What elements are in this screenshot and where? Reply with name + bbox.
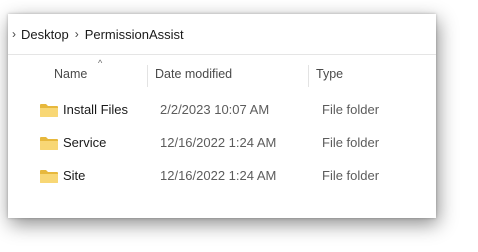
- file-row-site[interactable]: Site 12/16/2022 1:24 AM File folder: [8, 159, 436, 192]
- column-header-type[interactable]: Type: [316, 55, 343, 93]
- file-type: File folder: [322, 135, 380, 150]
- column-divider[interactable]: [147, 65, 148, 87]
- file-name: Service: [63, 135, 107, 150]
- file-name-cell: Site: [40, 159, 85, 192]
- file-list: Install Files 2/2/2023 10:07 AM File fol…: [8, 93, 436, 192]
- file-date: 12/16/2022 1:24 AM: [160, 135, 277, 150]
- column-header-row: ^ Name Date modified Type: [8, 55, 436, 93]
- file-row-service[interactable]: Service 12/16/2022 1:24 AM File folder: [8, 126, 436, 159]
- column-header-name[interactable]: Name: [54, 55, 87, 93]
- file-name: Install Files: [63, 102, 129, 117]
- folder-icon: [40, 103, 58, 117]
- breadcrumb-chevron-icon[interactable]: ›: [75, 27, 79, 41]
- column-header-date-modified[interactable]: Date modified: [155, 55, 232, 93]
- breadcrumb-permissionassist[interactable]: PermissionAssist: [85, 25, 184, 44]
- address-bar[interactable]: › Desktop › PermissionAssist: [8, 14, 436, 55]
- file-date: 12/16/2022 1:24 AM: [160, 168, 277, 183]
- file-type: File folder: [322, 168, 380, 183]
- file-name: Site: [63, 168, 86, 183]
- file-row-install-files[interactable]: Install Files 2/2/2023 10:07 AM File fol…: [8, 93, 436, 126]
- file-name-cell: Service: [40, 126, 106, 159]
- folder-icon: [40, 169, 58, 183]
- file-explorer-window: › Desktop › PermissionAssist ^ Name Date…: [8, 14, 436, 218]
- breadcrumb-desktop[interactable]: Desktop: [21, 25, 69, 44]
- file-date: 2/2/2023 10:07 AM: [160, 102, 270, 117]
- breadcrumb-chevron-icon[interactable]: ›: [12, 27, 16, 41]
- file-name-cell: Install Files: [40, 93, 128, 126]
- folder-icon: [40, 136, 58, 150]
- column-divider[interactable]: [308, 65, 309, 87]
- sort-ascending-icon: ^: [98, 58, 103, 68]
- file-type: File folder: [322, 102, 380, 117]
